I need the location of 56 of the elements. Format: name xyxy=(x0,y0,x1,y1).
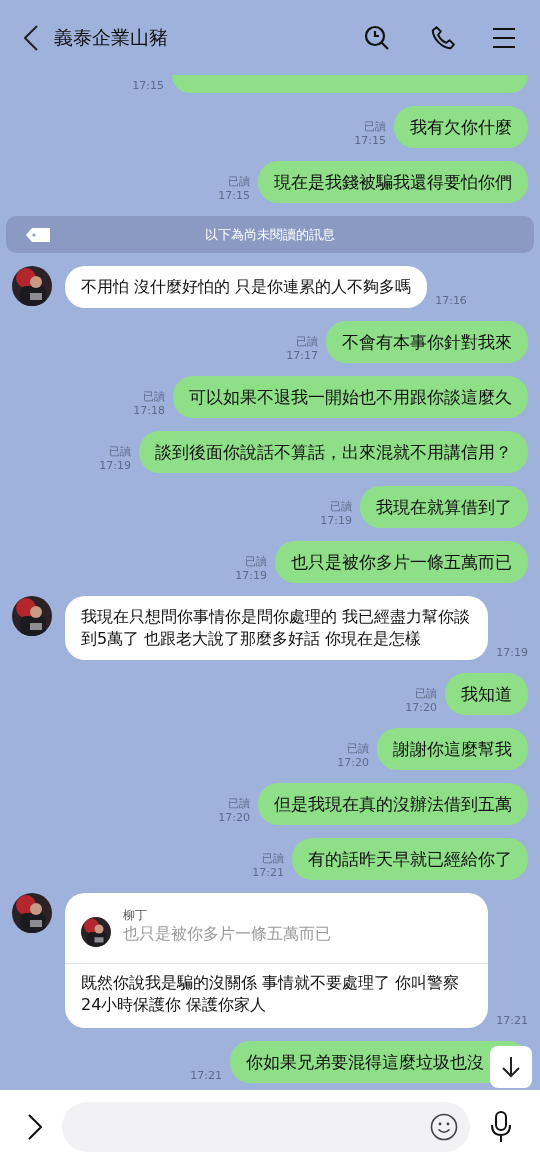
message-bubble: 我有欠你什麼 xyxy=(394,106,528,148)
message-time: 17:15 xyxy=(354,134,386,148)
message-bubble: 有的話昨天早就已經給你了 xyxy=(292,838,528,880)
message-time: 17:21 xyxy=(190,1069,222,1083)
message-bubble: 但是我現在真的沒辦法借到五萬 xyxy=(258,783,528,825)
scroll-down-button[interactable] xyxy=(490,1046,532,1088)
message-text: 我現在只想問你事情你是問你處理的 我已經盡力幫你談到5萬了 也跟老大說了那麼多好話 你現在是怎樣 xyxy=(80,606,472,650)
message-bubble: 可以如果不退我一開始也不用跟你談這麼久 xyxy=(173,376,528,418)
message-time: 17:21 xyxy=(496,1014,528,1028)
search-icon[interactable] xyxy=(364,24,390,51)
arrow-down-icon xyxy=(501,1056,521,1078)
back-icon[interactable] xyxy=(24,24,38,51)
message-time: 17:19 xyxy=(496,646,528,660)
message-time: 17:19 xyxy=(320,514,352,528)
message-bubble: 也只是被你多片一條五萬而已 xyxy=(275,541,528,583)
message-time: 17:15 xyxy=(132,79,164,93)
message-time: 17:19 xyxy=(235,569,267,583)
message-text: 不用怕 沒什麼好怕的 只是你連累的人不夠多嗎 xyxy=(80,276,413,298)
message-text: 既然你說我是騙的沒關係 事情就不要處理了 你叫警察24小時保護你 保護你家人 xyxy=(80,972,461,1016)
message-bubble: 謝謝你這麼幫我 xyxy=(377,728,528,770)
message-bubble: 我知道 xyxy=(445,673,528,715)
message-time: 17:18 xyxy=(133,404,165,418)
read-receipt: 已讀 xyxy=(364,120,386,134)
message-bubble: 談到後面你說話不算話，出來混就不用講信用？ xyxy=(139,431,528,473)
read-receipt: 已讀 xyxy=(228,797,250,811)
menu-icon[interactable] xyxy=(492,26,516,49)
message-time: 17:20 xyxy=(337,756,369,770)
message-time: 17:20 xyxy=(405,701,437,715)
read-receipt: 已讀 xyxy=(330,500,352,514)
chat-title: 義泰企業山豬 xyxy=(54,25,169,51)
read-receipt: 已讀 xyxy=(296,335,318,349)
message-time: 17:21 xyxy=(252,866,284,880)
read-receipt: 已讀 xyxy=(109,445,131,459)
message-time: 17:19 xyxy=(99,459,131,473)
quoted-message: 也只是被你多片一條五萬而已 xyxy=(123,923,331,945)
emoji-icon[interactable] xyxy=(430,1112,458,1141)
read-receipt: 已讀 xyxy=(347,742,369,756)
quoted-sender: 柳丁 xyxy=(123,907,148,923)
phone-icon[interactable] xyxy=(430,24,456,51)
message-time: 17:17 xyxy=(286,349,318,363)
read-receipt: 已讀 xyxy=(143,390,165,404)
message-time: 17:15 xyxy=(218,189,250,203)
read-receipt: 已讀 xyxy=(262,852,284,866)
message-time: 17:16 xyxy=(435,294,467,308)
message-bubble: 我現在就算借到了 xyxy=(360,486,528,528)
chevron-right-icon[interactable] xyxy=(28,1113,42,1140)
divider-text: 以下為尚未閱讀的訊息 xyxy=(204,225,336,244)
microphone-icon[interactable] xyxy=(490,1110,512,1143)
read-receipt: 已讀 xyxy=(415,687,437,701)
read-receipt: 已讀 xyxy=(228,175,250,189)
message-time: 17:20 xyxy=(218,811,250,825)
message-bubble: 現在是我錢被騙我還得要怕你們 xyxy=(258,161,528,203)
tag-icon xyxy=(26,227,50,242)
message-bubble: 不會有本事你針對我來 xyxy=(326,321,528,363)
read-receipt: 已讀 xyxy=(245,555,267,569)
message-input-field[interactable] xyxy=(62,1101,470,1152)
